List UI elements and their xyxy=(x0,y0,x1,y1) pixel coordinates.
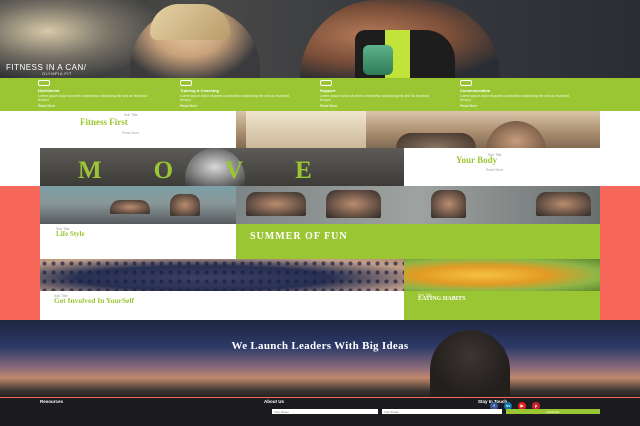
feature-read-more[interactable]: Read More xyxy=(38,104,158,108)
feature-text: Lorem ipsum dolor sit amet consectetur a… xyxy=(38,94,147,102)
subscribe-button[interactable]: Subscribe xyxy=(506,409,600,414)
hero-bottle xyxy=(363,45,393,75)
tile-read-more[interactable]: Read More xyxy=(122,131,139,135)
feature-title: Communication xyxy=(460,88,491,93)
tile-title: Your Body xyxy=(456,155,498,165)
feature-icon xyxy=(38,80,50,86)
email-input[interactable] xyxy=(382,409,502,414)
tile-title: EATING HABITS xyxy=(418,296,466,302)
feature-text: Lorem ipsum dolor sit amet consectetur a… xyxy=(180,94,289,102)
tile-summer-of-fun[interactable]: SUMMER OF FUN xyxy=(236,224,600,259)
tile-title: SUMMER OF FUN xyxy=(250,231,348,242)
feature-text: Lorem ipsum dolor sit amet consectetur a… xyxy=(320,94,429,102)
feature-text: Lorem ipsum dolor sit amet consectetur a… xyxy=(460,94,569,102)
feature-nutritionist: Nutritionist Lorem ipsum dolor sit amet … xyxy=(38,80,158,108)
feature-read-more[interactable]: Read More xyxy=(180,104,300,108)
photo-squats xyxy=(236,186,600,224)
feature-read-more[interactable]: Read More xyxy=(320,104,440,108)
feature-training: Training & Coaching Lorem ipsum dolor si… xyxy=(180,80,300,108)
feature-title: Nutritionist xyxy=(38,88,60,93)
feature-communication: Communication Lorem ipsum dolor sit amet… xyxy=(460,80,580,108)
tile-read-more[interactable]: Read More xyxy=(486,168,503,172)
brand-subtitle: OLYMPIA FIT xyxy=(42,71,72,76)
coral-side-left xyxy=(0,186,40,320)
photo-mango xyxy=(404,259,600,291)
name-input[interactable] xyxy=(272,409,378,414)
feature-title: Training & Coaching xyxy=(180,88,219,93)
feature-support: Support Lorem ipsum dolor sit amet conse… xyxy=(320,80,440,108)
feature-read-more[interactable]: Read More xyxy=(460,104,580,108)
tile-get-involved[interactable]: Sub Title Get Involved In YourSelf xyxy=(40,291,404,320)
tile-your-body[interactable]: Sub Title Your Body Read More xyxy=(404,148,600,186)
tile-title: Get Involved In YourSelf xyxy=(54,296,134,305)
banner-title: We Launch Leaders With Big Ideas xyxy=(231,340,409,352)
tile-life-style[interactable]: Sub Title Life Style xyxy=(40,224,236,259)
photo-blueberries xyxy=(40,259,404,291)
hero-woman-hair xyxy=(150,4,230,40)
feature-icon xyxy=(320,80,332,86)
feature-title: Support xyxy=(320,88,336,93)
leaders-banner xyxy=(0,320,640,397)
tile-title: Fitness First xyxy=(80,117,128,127)
feature-icon xyxy=(180,80,192,86)
footer-about-heading: About Us xyxy=(264,399,284,404)
footer-resources-heading: Resources xyxy=(40,399,64,404)
tile-eating-habits[interactable]: Sub Title EATING HABITS xyxy=(404,291,600,320)
tile-title: Life Style xyxy=(56,230,85,238)
footer-divider xyxy=(0,397,640,398)
feature-icon xyxy=(460,80,472,86)
coral-side-right xyxy=(600,186,640,320)
photo-pushups xyxy=(40,186,236,224)
tile-fitness-first[interactable]: Sub Title Fitness First Read More xyxy=(40,111,236,148)
hero-image xyxy=(0,0,640,78)
move-heading: MOVE xyxy=(78,157,364,184)
